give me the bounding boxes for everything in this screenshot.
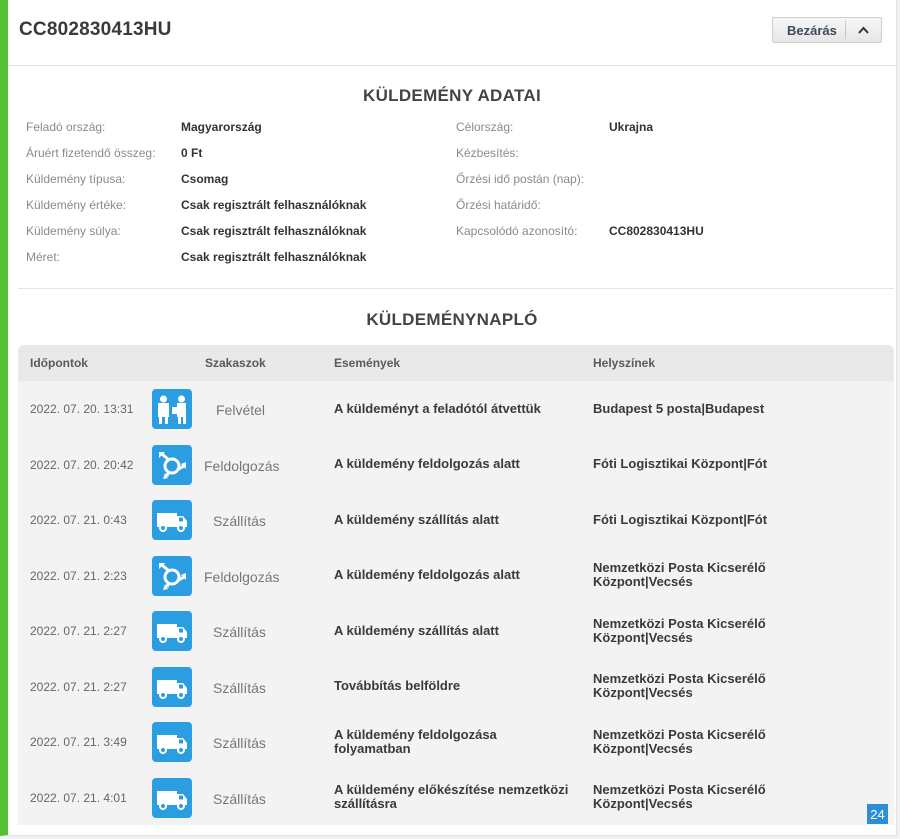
log-row: 2022. 07. 21. 0:43 Szállítás A küldemény s… [18, 492, 894, 548]
van-icon [152, 611, 192, 651]
log-stage: Feldolgozás [204, 568, 280, 585]
shipment-log-title: KÜLDEMÉNYNAPLÓ [366, 310, 538, 329]
processing-icon [152, 555, 192, 596]
processing-icon [152, 444, 192, 485]
detail-label: Küldemény értéke: [26, 198, 127, 212]
log-stage: Feldolgozás [204, 457, 280, 474]
log-row: 2022. 07. 21. 2:27 Szállítás Továbbítás be… [18, 659, 894, 715]
section-divider [18, 288, 894, 289]
detail-value: 0 Ft [181, 146, 203, 160]
detail-value: Csak regisztrált felhasználóknak [181, 198, 367, 212]
detail-label: Kapcsolódó azonosító: [456, 224, 578, 238]
log-time: 2022. 07. 21. 2:27 [30, 624, 127, 638]
log-place: Budapest 5 posta|Budapest [593, 400, 765, 416]
close-button-label: Bezárás [787, 22, 837, 38]
log-stage: Felvétel [216, 402, 266, 418]
log-time: 2022. 07. 21. 2:23 [30, 568, 127, 583]
shipment-card: CC802830413HU Bezárás KÜLDEMÉNY ADATAI F… [0, 0, 897, 836]
log-place: Nemzetközi Posta Kicserélő Központ|Vecsé… [593, 671, 766, 700]
log-row: 2022. 07. 20. 13:31 Felvétel A küldeményt … [18, 381, 894, 437]
log-event: A küldemény szállítás alatt [334, 622, 499, 638]
van-icon [152, 722, 192, 762]
log-event: A küldemény feldolgozás alatt [334, 456, 520, 471]
detail-label: Őrzési idő postán (nap): [456, 172, 585, 186]
log-time: 2022. 07. 20. 13:31 [30, 402, 134, 416]
shipment-details-title: KÜLDEMÉNY ADATAI [363, 86, 541, 105]
log-event: A küldemény előkészítése nemzetközi szál… [334, 782, 569, 811]
log-stage: Szállítás [213, 679, 266, 696]
log-row: 2022. 07. 21. 3:49 Szállítás A küldemény f… [18, 714, 894, 770]
column-header-stage: Szakaszok [205, 356, 266, 370]
card-header: CC802830413HU Bezárás [8, 0, 896, 66]
log-time: 2022. 07. 20. 20:42 [30, 457, 134, 472]
log-stage: Szállítás [213, 624, 266, 640]
detail-label: Őrzési határidő: [456, 198, 541, 212]
detail-value: Ukrajna [609, 120, 654, 134]
detail-value: Magyarország [181, 120, 262, 134]
log-row: 2022. 07. 21. 2:23 Feldolgozás A küldemény… [18, 548, 894, 604]
log-time: 2022. 07. 21. 2:27 [30, 679, 127, 694]
detail-label: Küldemény típusa: [26, 172, 126, 186]
log-event: A küldeményt a feladótól átvettük [334, 400, 541, 416]
log-stage: Szállítás [213, 513, 266, 529]
log-row: 2022. 07. 21. 2:27 Szállítás A küldemény s… [18, 603, 894, 659]
log-place: Nemzetközi Posta Kicserélő Központ|Vecsé… [593, 782, 766, 811]
pickup-icon [152, 389, 192, 429]
page-badge[interactable]: 24 [867, 804, 888, 824]
log-table-body: 2022. 07. 20. 13:31 Felvétel A küldeményt … [18, 381, 894, 825]
log-place: Fóti Logisztikai Központ|Fót [593, 511, 768, 527]
close-button[interactable]: Bezárás [772, 17, 882, 43]
shipment-log-table: Időpontok Szakaszok Események Helyszínek… [18, 345, 894, 825]
log-row: 2022. 07. 21. 4:01 Szállítás A küldemény e… [18, 770, 894, 826]
detail-label: Feladó ország: [26, 120, 106, 134]
log-event: A küldemény feldolgozása folyamatban [334, 726, 497, 756]
detail-value: CC802830413HU [609, 224, 704, 238]
log-place: Nemzetközi Posta Kicserélő Központ|Vecsé… [593, 615, 766, 645]
log-time: 2022. 07. 21. 3:49 [30, 735, 127, 749]
log-row: 2022. 07. 20. 20:42 Feldolgozás A küldemén… [18, 437, 894, 493]
column-header-place: Helyszínek [593, 356, 656, 370]
tracking-number-title: CC802830413HU [19, 19, 172, 40]
van-icon [152, 500, 192, 540]
chevron-up-icon [846, 23, 881, 37]
log-place: Nemzetközi Posta Kicserélő Központ|Vecsé… [593, 726, 766, 756]
log-table-header: Időpontok Szakaszok Események Helyszínek [18, 345, 894, 381]
detail-label: Célország: [456, 120, 514, 134]
detail-value: Csomag [181, 172, 229, 186]
detail-label: Méret: [26, 250, 61, 264]
detail-value: Csak regisztrált felhasználóknak [181, 224, 367, 238]
log-stage: Szállítás [213, 735, 266, 751]
van-icon [152, 777, 192, 818]
log-time: 2022. 07. 21. 4:01 [30, 790, 127, 805]
log-place: Fóti Logisztikai Központ|Fót [593, 456, 768, 471]
detail-label: Áruért fizetendő összeg: [26, 146, 156, 160]
van-icon [152, 666, 192, 707]
column-header-time: Időpontok [30, 356, 88, 370]
column-header-event: Események [334, 356, 401, 370]
detail-label: Küldemény súlya: [26, 224, 121, 238]
log-event: A küldemény szállítás alatt [334, 511, 499, 527]
log-place: Nemzetközi Posta Kicserélő Központ|Vecsé… [593, 560, 766, 589]
detail-label: Kézbesítés: [456, 146, 519, 160]
log-stage: Szállítás [213, 790, 266, 807]
detail-value: Csak regisztrált felhasználóknak [181, 250, 367, 264]
log-time: 2022. 07. 21. 0:43 [30, 513, 127, 527]
log-event: A küldemény feldolgozás alatt [334, 567, 520, 582]
log-event: Továbbítás belföldre [334, 678, 461, 693]
